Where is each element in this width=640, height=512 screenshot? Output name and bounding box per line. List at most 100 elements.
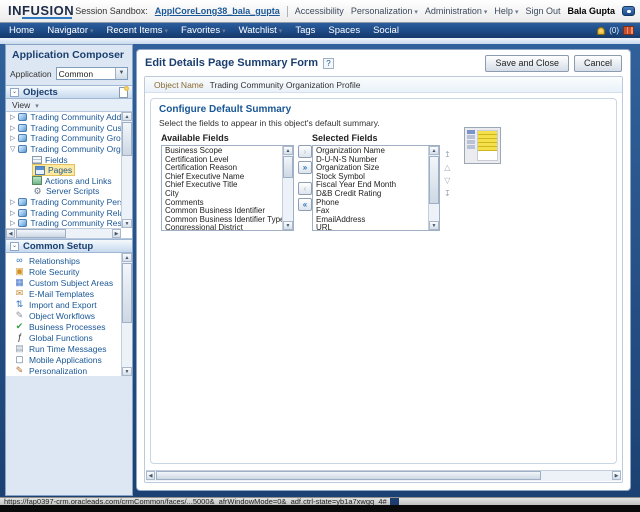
list-item[interactable]: Certification Level [162,156,282,165]
notification-bell-icon[interactable] [597,27,605,35]
tree-vertical-scrollbar[interactable]: ▲ ▼ [121,112,132,228]
sign-out-link[interactable]: Sign Out [525,6,560,16]
common-setup-section-header[interactable]: ⌄ Common Setup [6,239,132,253]
scroll-down-icon[interactable]: ▼ [122,219,132,228]
move-down-icon[interactable]: ▽ [444,177,451,185]
move-all-button[interactable]: » [298,161,312,174]
remove-selected-button[interactable]: ‹ [298,182,312,195]
list-item[interactable]: Stock Symbol [313,173,428,182]
collapse-caret-icon[interactable]: ▽ [10,145,15,153]
move-bottom-icon[interactable]: ↧ [444,190,451,198]
nav-tags[interactable]: Tags [295,25,315,36]
scrollbar-thumb[interactable] [16,229,66,238]
list-item[interactable]: Organization Size [313,164,428,173]
list-item[interactable]: City [162,190,282,199]
tree-item-customer-contact[interactable]: ▷ Trading Community Customer Contac [6,123,121,134]
personalization-menu[interactable]: Personalization [351,6,418,16]
move-selected-button[interactable]: › [298,145,312,158]
expand-caret-icon[interactable]: ▷ [10,124,15,132]
common-setup-item-object-workflows[interactable]: ✎ Object Workflows [6,310,121,321]
tree-item-group-profile[interactable]: ▷ Trading Community Group Profile [6,133,121,144]
list-item[interactable]: Fax [313,207,428,216]
new-object-icon[interactable] [119,87,128,98]
common-setup-item-run-time-messages[interactable]: ▤ Run Time Messages [6,343,121,354]
view-menu[interactable]: View [12,100,30,110]
scroll-down-icon[interactable]: ▼ [283,221,293,230]
scrollbar-thumb[interactable] [429,156,439,204]
move-top-icon[interactable]: ↥ [444,151,451,159]
list-item[interactable]: D-U-N-S Number [313,156,428,165]
scroll-down-icon[interactable]: ▼ [122,367,132,376]
administration-menu[interactable]: Administration [425,6,488,16]
common-setup-item-personalization[interactable]: ✎ Personalization [6,365,121,376]
list-item[interactable]: EmailAddress [313,216,428,225]
save-and-close-button[interactable]: Save and Close [485,55,569,72]
common-setup-item-role-security[interactable]: ▣ Role Security [6,266,121,277]
scroll-up-icon[interactable]: ▲ [429,146,439,155]
nav-spaces[interactable]: Spaces [328,25,360,36]
cancel-button[interactable]: Cancel [574,55,622,72]
nav-home[interactable]: Home [9,25,34,36]
collapse-icon[interactable]: ⌄ [10,242,19,251]
list-item[interactable]: Chief Executive Title [162,181,282,190]
list-item[interactable]: Common Business Identifier [162,207,282,216]
nav-navigator[interactable]: Navigator [47,25,93,36]
scrollbar-thumb[interactable] [122,122,132,156]
expand-caret-icon[interactable]: ▷ [10,198,15,206]
list-item[interactable]: Comments [162,199,282,208]
scroll-up-icon[interactable]: ▲ [283,146,293,155]
common-setup-item-custom-subject-areas[interactable]: ▦ Custom Subject Areas [6,277,121,288]
nav-recent-items[interactable]: Recent Items [107,25,168,36]
expand-caret-icon[interactable]: ▷ [10,113,15,121]
list-item[interactable]: Common Business Identifier Type [162,216,282,225]
list-item[interactable]: URL [313,224,428,230]
list-item[interactable]: Business Scope [162,147,282,156]
scroll-up-icon[interactable]: ▲ [122,253,132,262]
scrollbar-thumb[interactable] [122,263,132,323]
nav-watchlist[interactable]: Watchlist [239,25,283,36]
common-setup-item-email-templates[interactable]: ✉ E-Mail Templates [6,288,121,299]
list-item[interactable]: Congressional District [162,224,282,230]
scrollbar-thumb[interactable] [156,471,541,480]
scroll-right-icon[interactable]: ▶ [112,229,121,238]
session-sandbox-link[interactable]: ApplCoreLong38_bala_gupta [155,6,280,16]
help-menu[interactable]: Help [494,6,518,16]
collapse-icon[interactable]: ⌄ [10,88,19,97]
nav-social[interactable]: Social [373,25,399,36]
list-item[interactable]: Organization Name [313,147,428,156]
common-setup-item-global-functions[interactable]: ƒ Global Functions [6,332,121,343]
tree-horizontal-scrollbar[interactable]: ◀ ▶ [6,228,121,238]
scroll-left-icon[interactable]: ◀ [6,229,15,238]
application-select[interactable]: Common ▼ [56,67,128,80]
list-item[interactable]: Chief Executive Name [162,173,282,182]
common-setup-item-mobile-applications[interactable]: ▢ Mobile Applications [6,354,121,365]
chevron-down-icon[interactable]: ▼ [115,68,127,79]
content-horizontal-scrollbar[interactable]: ◀ ▶ [146,470,621,481]
scroll-up-icon[interactable]: ▲ [122,112,132,121]
list-item[interactable]: Certification Reason [162,164,282,173]
selected-fields-scrollbar[interactable]: ▲ ▼ [428,146,439,230]
move-up-icon[interactable]: △ [444,164,451,172]
flag-grid-icon[interactable] [623,26,634,35]
expand-caret-icon[interactable]: ▷ [10,134,15,142]
list-item[interactable]: D&B Credit Rating [313,190,428,199]
expand-caret-icon[interactable]: ▷ [10,209,15,217]
tree-item-resource-profile[interactable]: ▷ Trading Community Resource Profile [6,218,121,228]
tree-item-server-scripts[interactable]: ⚙ Server Scripts [6,186,121,197]
accessibility-link[interactable]: Accessibility [295,6,344,16]
tree-item-actions-and-links[interactable]: Actions and Links [6,176,121,187]
tree-item-address[interactable]: ▷ Trading Community Address [6,112,121,123]
tree-item-person-profile[interactable]: ▷ Trading Community Person Profile [6,197,121,208]
tree-item-organization-profile[interactable]: ▽ Trading Community Organization Prof [6,144,121,155]
objects-section-header[interactable]: ⌄ Objects [6,85,132,99]
remove-all-button[interactable]: « [298,198,312,211]
tree-item-pages[interactable]: Pages [6,165,121,176]
nav-favorites[interactable]: Favorites [181,25,226,36]
tree-item-relationship[interactable]: ▷ Trading Community Relationship [6,207,121,218]
scroll-down-icon[interactable]: ▼ [429,221,439,230]
scroll-left-icon[interactable]: ◀ [146,471,155,480]
common-setup-item-business-processes[interactable]: ✔ Business Processes [6,321,121,332]
scroll-right-icon[interactable]: ▶ [612,471,621,480]
list-item[interactable]: Phone [313,199,428,208]
list-item[interactable]: Fiscal Year End Month [313,181,428,190]
